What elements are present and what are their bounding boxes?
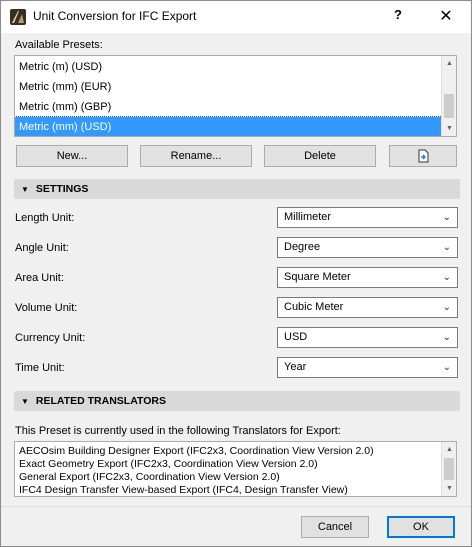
- area-unit-select[interactable]: Square Meter ⌄: [277, 267, 458, 288]
- settings-header[interactable]: ▼ SETTINGS: [14, 179, 460, 199]
- list-item[interactable]: Metric (m) (USD): [15, 57, 442, 77]
- angle-unit-label: Angle Unit:: [15, 242, 69, 254]
- related-description: This Preset is currently used in the fol…: [15, 425, 341, 437]
- scroll-down-icon[interactable]: ▼: [442, 121, 456, 136]
- chevron-down-icon: ⌄: [442, 242, 451, 253]
- time-unit-select[interactable]: Year ⌄: [277, 357, 458, 378]
- chevron-down-icon: ⌄: [442, 212, 451, 223]
- dialog-window: Unit Conversion for IFC Export ? ✕ Avail…: [0, 0, 472, 547]
- length-unit-label: Length Unit:: [15, 212, 75, 224]
- window-title: Unit Conversion for IFC Export: [33, 9, 197, 23]
- presets-scrollbar[interactable]: ▲ ▼: [441, 56, 456, 136]
- app-icon: [10, 9, 26, 25]
- scroll-up-icon[interactable]: ▲: [442, 442, 456, 457]
- help-button[interactable]: ?: [394, 7, 402, 22]
- close-button[interactable]: ✕: [431, 3, 461, 29]
- footer-divider: [1, 506, 471, 507]
- related-translators-header[interactable]: ▼ RELATED TRANSLATORS: [14, 391, 460, 411]
- volume-unit-label: Volume Unit:: [15, 302, 78, 314]
- export-button[interactable]: [389, 145, 457, 167]
- currency-unit-value: USD: [284, 331, 308, 343]
- length-unit-select[interactable]: Millimeter ⌄: [277, 207, 458, 228]
- area-unit-label: Area Unit:: [15, 272, 64, 284]
- volume-unit-select[interactable]: Cubic Meter ⌄: [277, 297, 458, 318]
- list-item: IFC4 Design Transfer View-based Export (…: [19, 484, 348, 496]
- volume-unit-value: Cubic Meter: [284, 301, 344, 313]
- scroll-thumb[interactable]: [444, 94, 454, 118]
- chevron-down-icon: ⌄: [442, 362, 451, 373]
- list-item: AECOsim Building Designer Export (IFC2x3…: [19, 445, 374, 457]
- length-unit-value: Millimeter: [284, 211, 332, 223]
- scroll-up-icon[interactable]: ▲: [442, 56, 456, 71]
- delete-button[interactable]: Delete: [264, 145, 376, 167]
- presets-label: Available Presets:: [15, 39, 103, 51]
- time-unit-value: Year: [284, 361, 307, 373]
- chevron-down-icon: ⌄: [442, 332, 451, 343]
- chevron-down-icon: ⌄: [442, 272, 451, 283]
- angle-unit-value: Degree: [284, 241, 321, 253]
- currency-unit-label: Currency Unit:: [15, 332, 86, 344]
- rename-button[interactable]: Rename...: [140, 145, 252, 167]
- export-icon: [418, 149, 429, 163]
- related-translators-title: RELATED TRANSLATORS: [35, 395, 167, 407]
- translators-list[interactable]: AECOsim Building Designer Export (IFC2x3…: [14, 441, 457, 497]
- currency-unit-select[interactable]: USD ⌄: [277, 327, 458, 348]
- area-unit-value: Square Meter: [284, 271, 351, 283]
- cancel-button[interactable]: Cancel: [301, 516, 369, 538]
- list-item-selected[interactable]: Metric (mm) (USD): [15, 116, 443, 136]
- list-item[interactable]: Metric (mm) (GBP): [15, 97, 442, 117]
- presets-list[interactable]: Metric (m) (USD) Metric (mm) (EUR) Metri…: [14, 55, 457, 137]
- list-item[interactable]: Metric (mm) (EUR): [15, 77, 442, 97]
- close-icon: ✕: [439, 8, 453, 25]
- collapse-triangle-icon: ▼: [21, 396, 29, 406]
- scroll-down-icon[interactable]: ▼: [442, 481, 456, 496]
- time-unit-label: Time Unit:: [15, 362, 65, 374]
- angle-unit-select[interactable]: Degree ⌄: [277, 237, 458, 258]
- collapse-triangle-icon: ▼: [21, 184, 29, 194]
- list-item: Exact Geometry Export (IFC2x3, Coordinat…: [19, 458, 318, 470]
- title-bar: Unit Conversion for IFC Export ? ✕: [1, 1, 471, 33]
- new-button[interactable]: New...: [16, 145, 128, 167]
- ok-button[interactable]: OK: [387, 516, 455, 538]
- chevron-down-icon: ⌄: [442, 302, 451, 313]
- list-item: General Export (IFC2x3, Coordination Vie…: [19, 471, 280, 483]
- translators-scrollbar[interactable]: ▲ ▼: [441, 442, 456, 496]
- settings-title: SETTINGS: [35, 183, 89, 195]
- scroll-thumb[interactable]: [444, 458, 454, 480]
